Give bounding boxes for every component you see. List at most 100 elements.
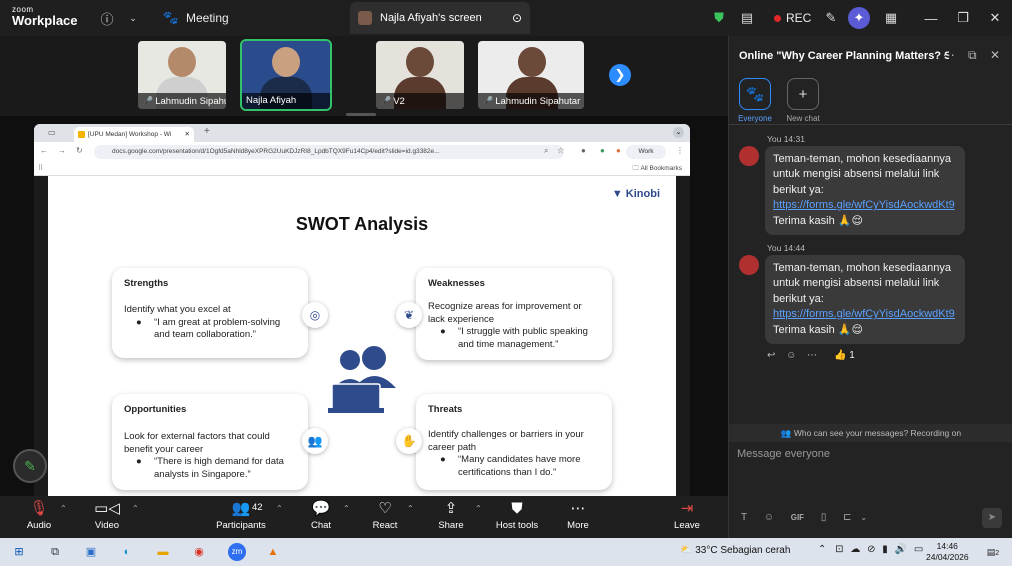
security-shield-icon[interactable]: ⛊	[710, 0, 728, 36]
forward-icon[interactable]: →	[58, 146, 66, 155]
message-input[interactable]: Message everyone	[737, 448, 1005, 468]
audio-button[interactable]: 🎙 Audio	[4, 498, 74, 531]
participant-tile-active[interactable]: Najla Afiyah	[240, 39, 332, 111]
chat-button[interactable]: 💬 Chat	[286, 498, 356, 531]
participant-tile[interactable]: 🎤 V2	[376, 41, 464, 109]
battery-icon[interactable]: ▮	[882, 544, 888, 555]
browser-tab[interactable]: [UPU Medan] Workshop - Wi ✕	[74, 127, 194, 142]
new-tab-icon[interactable]: +	[204, 126, 210, 137]
annotate-button[interactable]: ✎	[13, 449, 47, 483]
close-icon[interactable]: ✕	[986, 0, 1004, 36]
audio-options-icon[interactable]: ⌃	[60, 504, 67, 513]
profile-button[interactable]: Work	[626, 145, 666, 159]
task-view-icon[interactable]: ⧉	[46, 543, 64, 561]
more-actions-icon[interactable]: ⋯	[807, 350, 817, 361]
taskbar-clock[interactable]: 14:46 24/04/2026	[926, 541, 969, 563]
react-button[interactable]: ♡ React	[350, 498, 420, 531]
minimize-icon[interactable]: —	[922, 0, 940, 36]
more-options-icon[interactable]: ⊙	[512, 11, 522, 25]
all-bookmarks[interactable]: 🗀 All Bookmarks	[633, 164, 683, 175]
close-chat-icon[interactable]: ✕	[990, 48, 1000, 62]
more-label: More	[567, 520, 589, 531]
leave-button[interactable]: ⇥ Leave	[652, 498, 722, 531]
restore-icon[interactable]: ❐	[954, 0, 972, 36]
gif-icon[interactable]: GIF	[791, 513, 804, 522]
windows-start-icon[interactable]: ⊞	[10, 543, 28, 561]
message-line: Teman-teman, mohon kesediaannya	[773, 153, 951, 165]
video-options-icon[interactable]: ⌃	[132, 504, 139, 513]
notes-icon[interactable]: ▤	[738, 0, 756, 36]
onedrive-icon[interactable]: ☁	[850, 544, 860, 555]
format-text-icon[interactable]: T	[741, 512, 747, 523]
app-brand: zoom Workplace	[12, 6, 78, 28]
reload-icon[interactable]: ↻	[76, 146, 83, 155]
bookmark-star-icon[interactable]: ☆	[557, 146, 564, 155]
chat-options-icon[interactable]: ⌃	[343, 504, 350, 513]
share-options-icon[interactable]: ⌃	[475, 504, 482, 513]
shared-screen-tab[interactable]: Najla Afiyah's screen ⊙	[350, 2, 530, 34]
share-button[interactable]: ⇪ Share	[416, 498, 486, 531]
address-bar[interactable]: docs.google.com/presentation/d/1Ogfd5aNh…	[94, 145, 564, 159]
ai-companion-icon[interactable]: ✦	[848, 0, 870, 36]
muted-mic-icon: 🎤	[482, 96, 494, 106]
vlc-icon[interactable]: ▲	[264, 543, 282, 561]
back-icon[interactable]: ←	[40, 146, 48, 155]
chevron-down-icon[interactable]: ⌄	[124, 0, 142, 36]
participants-button[interactable]: 👥 Participants	[206, 498, 276, 531]
card-title: Strengths	[124, 278, 169, 289]
message-link[interactable]: https://forms.gle/wfCyYisdAockwdKt9	[773, 198, 957, 213]
volume-icon[interactable]: 🔊	[895, 544, 907, 555]
tab-new-chat[interactable]: +	[787, 78, 819, 110]
screenshot-icon[interactable]: ⊏	[843, 512, 851, 523]
recording-indicator[interactable]: REC	[774, 0, 811, 36]
gallery-next-button[interactable]: ❯	[609, 64, 631, 86]
tab-list-icon[interactable]: ⌄	[673, 127, 684, 138]
file-explorer-icon[interactable]: ▬	[154, 543, 172, 561]
visibility-info[interactable]: 👥 Who can see your messages? Recording o…	[729, 424, 1012, 442]
zoom-app-icon[interactable]: zm	[228, 543, 246, 561]
react-options-icon[interactable]: ⌃	[407, 504, 414, 513]
browser-menu-icon[interactable]: ⋮	[676, 146, 684, 155]
monitor-icon[interactable]: ▭	[914, 544, 923, 555]
add-reaction-icon[interactable]: ☺	[786, 350, 796, 361]
network-icon[interactable]: ⊡	[835, 544, 843, 555]
extension-icon[interactable]: ●	[600, 146, 605, 155]
chat-more-icon[interactable]: ⋯	[943, 48, 955, 62]
store-icon[interactable]: ▣	[82, 543, 100, 561]
more-button[interactable]: ⋯ More	[543, 498, 613, 531]
react-label: React	[372, 520, 398, 531]
participants-options-icon[interactable]: ⌃	[276, 504, 283, 513]
participant-tile[interactable]: 🎤Lahmudin Sipahutar ...	[138, 41, 226, 109]
pop-out-icon[interactable]: ⧉	[968, 48, 977, 62]
notification-center-icon[interactable]: ▤2	[984, 543, 1002, 561]
host-tools-button[interactable]: ⛊ Host tools	[482, 498, 552, 531]
chevron-down-icon[interactable]: ⌄	[860, 513, 867, 522]
info-icon[interactable]: ⓘ	[98, 0, 116, 36]
extension-icon[interactable]: ●	[581, 146, 586, 155]
meeting-tab[interactable]: 🐾 Meeting	[162, 0, 229, 36]
emoji-icon[interactable]: ☺	[764, 512, 774, 523]
apps-icon[interactable]: ⠿	[38, 164, 43, 172]
chrome-icon[interactable]: ◉	[190, 543, 208, 561]
annotate-pencil-icon[interactable]: ✎	[822, 0, 840, 36]
wifi-off-icon[interactable]: ⊘	[867, 544, 875, 555]
chevron-up-icon[interactable]: ⌃	[818, 544, 826, 555]
file-icon[interactable]: ▯	[821, 512, 827, 523]
message-link[interactable]: https://forms.gle/wfCyYisdAockwdKt9	[773, 307, 957, 322]
tab-everyone[interactable]: 🐾	[739, 78, 771, 110]
zoom-icon[interactable]: ⌕	[544, 146, 548, 156]
weather-widget[interactable]: ⛅ 33°C Sebagian cerah	[680, 545, 790, 556]
video-button[interactable]: ▭◁ Video	[72, 498, 142, 531]
extension-icon[interactable]: ●	[616, 146, 621, 155]
presenter-avatar	[358, 11, 372, 25]
thumbs-up-reaction[interactable]: 👍 1	[834, 350, 855, 361]
tab-search-icon[interactable]: ▭	[48, 128, 56, 137]
send-button[interactable]: ➤	[982, 508, 1002, 528]
view-layout-icon[interactable]: ▦	[882, 0, 900, 36]
browser-window: ▭ [UPU Medan] Workshop - Wi ✕ + ⌄ ← → ↻ d…	[34, 124, 690, 496]
edge-browser-icon[interactable]: ◐	[118, 543, 136, 561]
participant-tile[interactable]: 🎤 Lahmudin Sipahutar	[478, 41, 584, 109]
tab-close-icon[interactable]: ✕	[185, 130, 190, 138]
reply-icon[interactable]: ↩	[767, 350, 775, 361]
card-desc: Identify challenges or barriers in your …	[428, 428, 584, 453]
